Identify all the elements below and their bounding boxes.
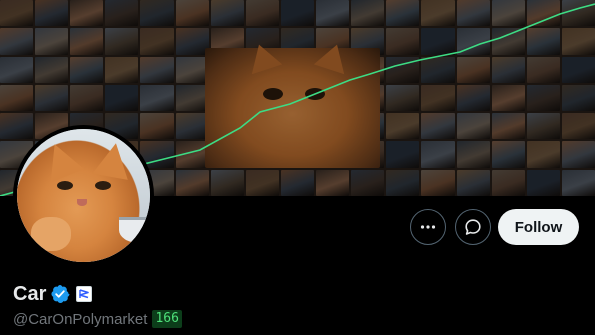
more-options-button[interactable] — [410, 209, 446, 245]
polymarket-logo-icon — [79, 289, 90, 299]
more-icon — [420, 225, 436, 229]
profile-avatar[interactable] — [13, 125, 154, 266]
profile-handle-row: @CarOnPolymarket 166 — [13, 309, 182, 329]
user-handle: @CarOnPolymarket — [13, 310, 148, 328]
follow-button[interactable]: Follow — [498, 209, 579, 245]
profile-name-row: Car — [13, 282, 93, 306]
score-badge: 166 — [152, 310, 182, 328]
display-name: Car — [13, 282, 47, 305]
avatar-cat-image — [17, 129, 150, 262]
verified-badge-icon[interactable] — [50, 284, 70, 304]
message-button[interactable] — [455, 209, 491, 245]
affiliate-badge-icon[interactable] — [76, 286, 93, 302]
message-bubble-icon — [465, 219, 481, 235]
